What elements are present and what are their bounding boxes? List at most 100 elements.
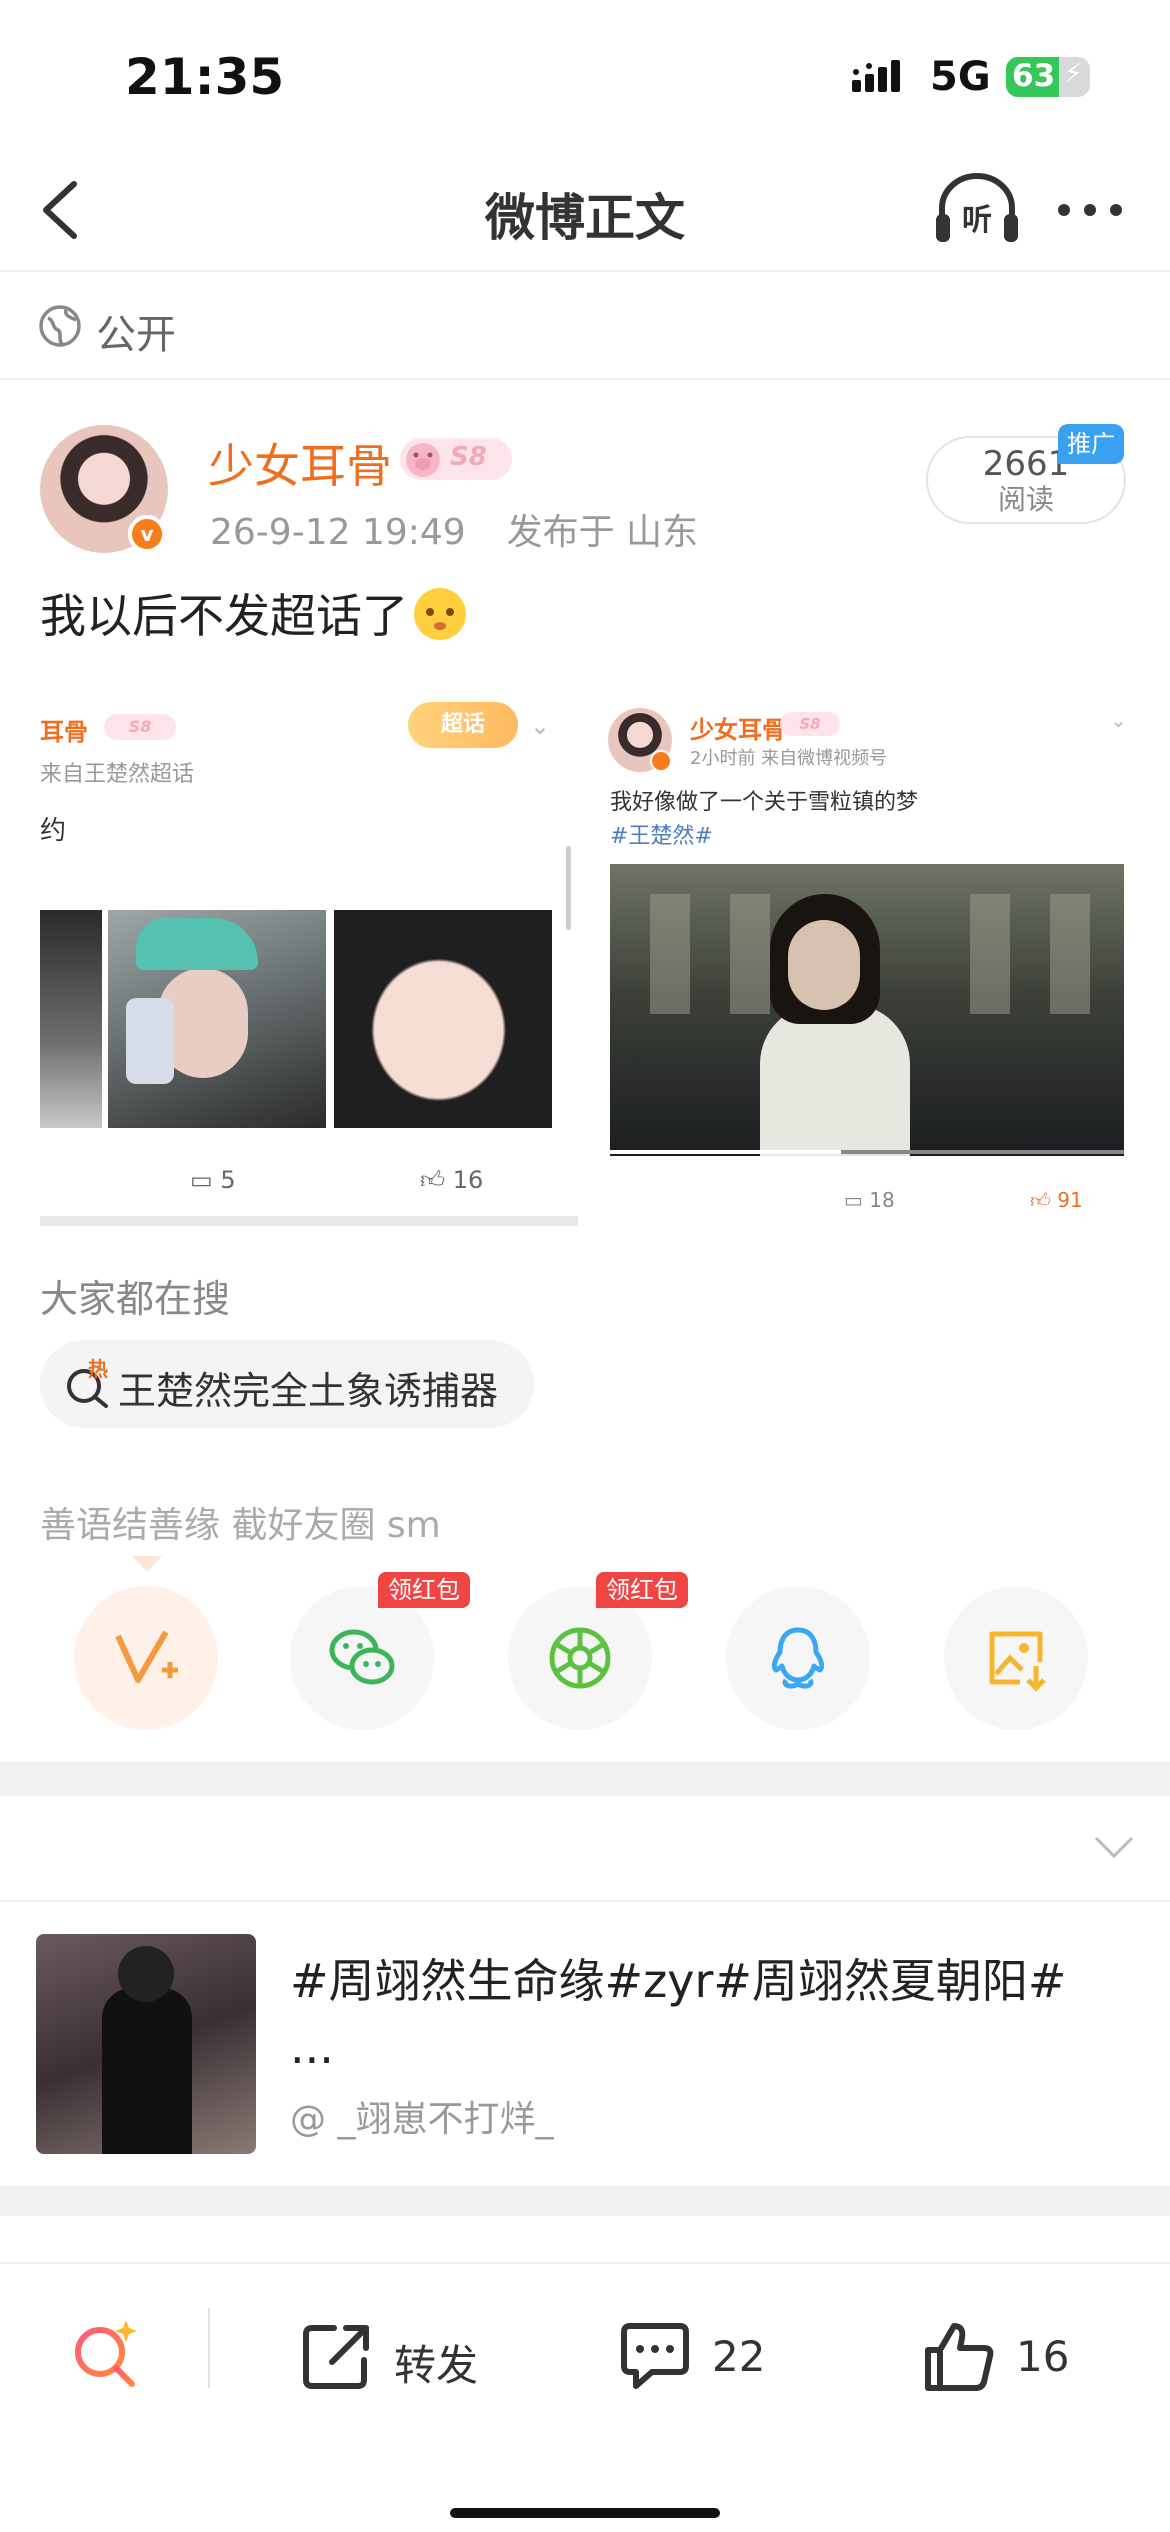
video-progress-fill	[610, 1150, 842, 1154]
like-icon	[925, 2323, 994, 2391]
battery-percent: 63	[1012, 58, 1056, 94]
repost-button[interactable]: 转发	[300, 2320, 500, 2392]
network-type: 5G	[930, 54, 991, 100]
save-image-icon	[989, 1631, 1046, 1692]
moments-icon	[549, 1627, 611, 1689]
card-left-name: 耳骨	[40, 718, 88, 746]
card-right-hashtag[interactable]: #王楚然#	[610, 818, 713, 850]
section-divider	[0, 2186, 1170, 2216]
trending-search-label: 王楚然完全土象诱捕器	[118, 1369, 499, 1413]
comment-icon: ▭	[844, 1188, 863, 1212]
share-qq-button[interactable]	[726, 1586, 870, 1730]
card-right-badge: S8	[780, 712, 840, 736]
pig-icon	[406, 443, 440, 477]
privacy-row: 公开	[0, 274, 1170, 380]
recommend-author[interactable]: @ _翊崽不打烊_	[290, 2090, 553, 2142]
card-right-like-count: 91	[1057, 1188, 1083, 1212]
like-icon: 👍︎	[420, 1166, 446, 1194]
video-thumbnail[interactable]	[610, 864, 1124, 1156]
repost-icon	[303, 2325, 369, 2389]
photo-thumbnail[interactable]	[40, 910, 102, 1128]
read-label: 阅读	[997, 483, 1054, 516]
recommend-thumbnail[interactable]	[36, 1934, 256, 2154]
weibo-forward-icon	[115, 1630, 178, 1683]
emoji-icon	[414, 588, 466, 640]
recommend-card[interactable]: #周翊然生命缘#zyr#周翊然夏朝阳# ... @ _翊崽不打烊_	[0, 1904, 1170, 2184]
card-left-like-count: 16	[452, 1166, 484, 1194]
share-wechat-button[interactable]: 领红包	[290, 1572, 470, 1730]
status-time: 21:35	[125, 48, 285, 106]
photo-thumbnail[interactable]	[108, 910, 326, 1128]
signal-icon	[852, 60, 900, 92]
separator	[208, 2308, 210, 2388]
hot-search-icon: 热	[67, 1358, 108, 1408]
share-moments-button[interactable]: 领红包	[508, 1572, 688, 1730]
red-packet-badge: 领红包	[378, 1572, 470, 1608]
trending-search-chip[interactable]: 热 王楚然完全土象诱捕器	[40, 1340, 534, 1428]
trending-search-title: 大家都在搜	[40, 1277, 231, 1321]
card-left-comment-count: 5	[220, 1166, 236, 1194]
video-progress-bar	[610, 1150, 1124, 1154]
like-count: 16	[1016, 2332, 1070, 2381]
post-header: v 少女耳骨 S8 26-9-12 19:49 发布于 山东 2661 阅读 推…	[0, 400, 1170, 560]
hot-tag: 热	[88, 1358, 108, 1381]
verified-icon: v	[128, 515, 166, 553]
embedded-card-right[interactable]: 少女耳骨 S8 2小时前 来自微博视频号 ⌄ 我好像做了一个关于雪粒镇的梦 #王…	[602, 698, 1130, 1228]
chevron-down-icon: ⌄	[530, 712, 551, 740]
qq-icon	[771, 1627, 825, 1689]
comment-icon: ▭	[190, 1166, 213, 1194]
like-icon: 👍︎	[1030, 1188, 1051, 1212]
more-icon[interactable]	[1054, 198, 1126, 222]
nav-bar: 微博正文 听	[0, 150, 1170, 272]
card-right-meta: 2小时前 来自微博视频号	[690, 748, 888, 769]
card-right-name: 少女耳骨	[690, 716, 786, 744]
share-title: 善语结善缘 截好友圈 sm	[40, 1505, 441, 1546]
collapse-row[interactable]	[0, 1796, 1170, 1902]
card-right-comment-count: 18	[869, 1188, 895, 1212]
card-right-like: 👍︎ 91	[1030, 1188, 1083, 1213]
promo-tag: 推广	[1058, 424, 1124, 464]
red-packet-badge: 领红包	[596, 1572, 688, 1608]
photo-thumbnail[interactable]	[334, 910, 552, 1128]
home-indicator	[450, 2508, 720, 2518]
status-bar: 21:35 5G 63 ⚡	[0, 0, 1170, 150]
search-icon[interactable]	[66, 2312, 146, 2392]
privacy-label: 公开	[96, 312, 176, 358]
post-time: 26-9-12 19:49	[210, 512, 466, 553]
username[interactable]: 少女耳骨	[208, 430, 392, 496]
share-row: 领红包 领红包	[0, 1572, 1170, 1730]
scrollbar	[566, 846, 571, 930]
listen-icon[interactable]: 听	[934, 172, 1020, 248]
bottom-action-bar: 转发 22 16	[0, 2262, 1170, 2532]
card-right-comment: ▭ 18	[844, 1188, 895, 1212]
chevron-down-icon: ⌄	[1110, 708, 1127, 732]
verified-icon	[650, 750, 672, 772]
comment-count: 22	[712, 2332, 766, 2381]
battery-indicator: 63 ⚡	[1006, 57, 1090, 97]
section-divider	[0, 1762, 1170, 1796]
card-left-badge: S8	[104, 714, 176, 740]
globe-icon	[39, 305, 81, 347]
level-badge[interactable]: S8	[400, 438, 512, 480]
card-left-text: 约	[40, 816, 67, 846]
comment-icon	[621, 2323, 689, 2389]
save-image-button[interactable]	[944, 1586, 1088, 1730]
charging-icon: ⚡	[1064, 59, 1083, 89]
repost-label: 转发	[394, 2341, 479, 2390]
card-left-comment: ▭ 5	[190, 1166, 236, 1194]
like-button[interactable]: 16	[922, 2320, 1092, 2392]
post-text-content: 我以后不发超话了	[40, 589, 408, 643]
card-right-text: 我好像做了一个关于雪粒镇的梦	[610, 790, 919, 815]
super-topic-tag: 超话	[408, 702, 518, 748]
listen-label: 听	[962, 203, 992, 238]
tooltip-arrow	[132, 1556, 162, 1572]
embedded-card-left[interactable]: 耳骨 S8 来自王楚然超话 超话 ⌄ 约 ▭ 5 👍︎ 16	[40, 698, 578, 1228]
card-divider	[40, 1216, 578, 1226]
card-left-like: 👍︎ 16	[420, 1166, 483, 1195]
comment-button[interactable]: 22	[618, 2320, 788, 2392]
chevron-down-icon[interactable]	[1092, 1832, 1136, 1862]
wechat-icon	[329, 1629, 395, 1685]
share-weibo-button[interactable]	[74, 1586, 218, 1730]
recommend-title: #周翊然生命缘#zyr#周翊然夏朝阳# ...	[290, 1954, 1067, 2074]
level-text: S8	[450, 442, 487, 472]
